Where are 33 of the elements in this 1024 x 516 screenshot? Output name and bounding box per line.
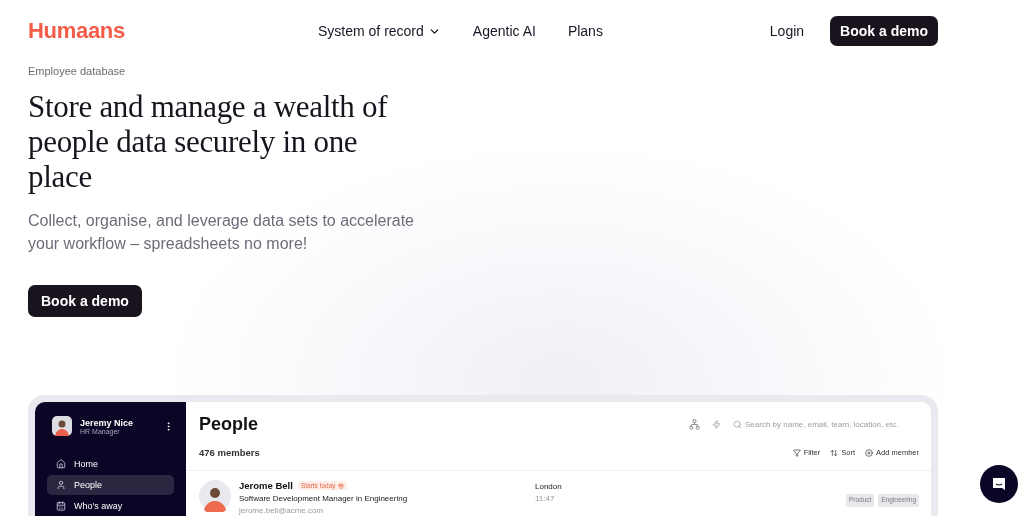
sidebar-item[interactable]: Home bbox=[47, 454, 174, 474]
sort-icon bbox=[830, 448, 839, 457]
home-icon bbox=[56, 459, 66, 469]
member-count: 476 members bbox=[199, 447, 260, 458]
avatar bbox=[199, 480, 231, 512]
search-icon bbox=[733, 420, 742, 429]
user-name: Jeremy Nice bbox=[80, 417, 135, 428]
org-chart-icon[interactable] bbox=[689, 419, 700, 430]
login-link[interactable]: Login bbox=[769, 23, 805, 39]
calendar-icon bbox=[56, 501, 66, 511]
sidebar-item[interactable]: People bbox=[47, 475, 174, 495]
nav-link[interactable]: System of record bbox=[318, 23, 441, 39]
chat-icon bbox=[991, 476, 1007, 492]
person-icon bbox=[56, 480, 66, 490]
avatar bbox=[52, 416, 72, 436]
person-name[interactable]: Jerome Bell bbox=[239, 480, 293, 491]
local-time: 11:47 bbox=[535, 494, 556, 503]
email-text: jerome.bell@acme.com bbox=[239, 506, 325, 515]
filter-icon bbox=[792, 448, 801, 457]
sidebar-item[interactable]: Who's away bbox=[47, 496, 174, 516]
nav-link[interactable]: Plans bbox=[567, 23, 603, 39]
location-text: London bbox=[535, 482, 563, 491]
book-demo-button[interactable]: Book a demo bbox=[830, 16, 938, 46]
eyebrow-text: Employee database bbox=[28, 65, 127, 77]
chat-button[interactable] bbox=[980, 465, 1018, 503]
book-demo-button[interactable]: Book a demo bbox=[28, 285, 142, 317]
page-title: People bbox=[199, 414, 259, 435]
hero-subtitle: Collect, organise, and leverage data sets to accelerate your workflow – spreadsheets no more! bbox=[28, 211, 415, 254]
job-title: Software Development Manager in Engineering bbox=[239, 494, 408, 503]
hero-heading: Store and manage a wealth of people data securely in one place bbox=[28, 89, 389, 194]
add-icon bbox=[865, 448, 874, 457]
nav-link[interactable]: Agentic AI bbox=[472, 23, 536, 39]
gift-icon bbox=[337, 482, 344, 489]
